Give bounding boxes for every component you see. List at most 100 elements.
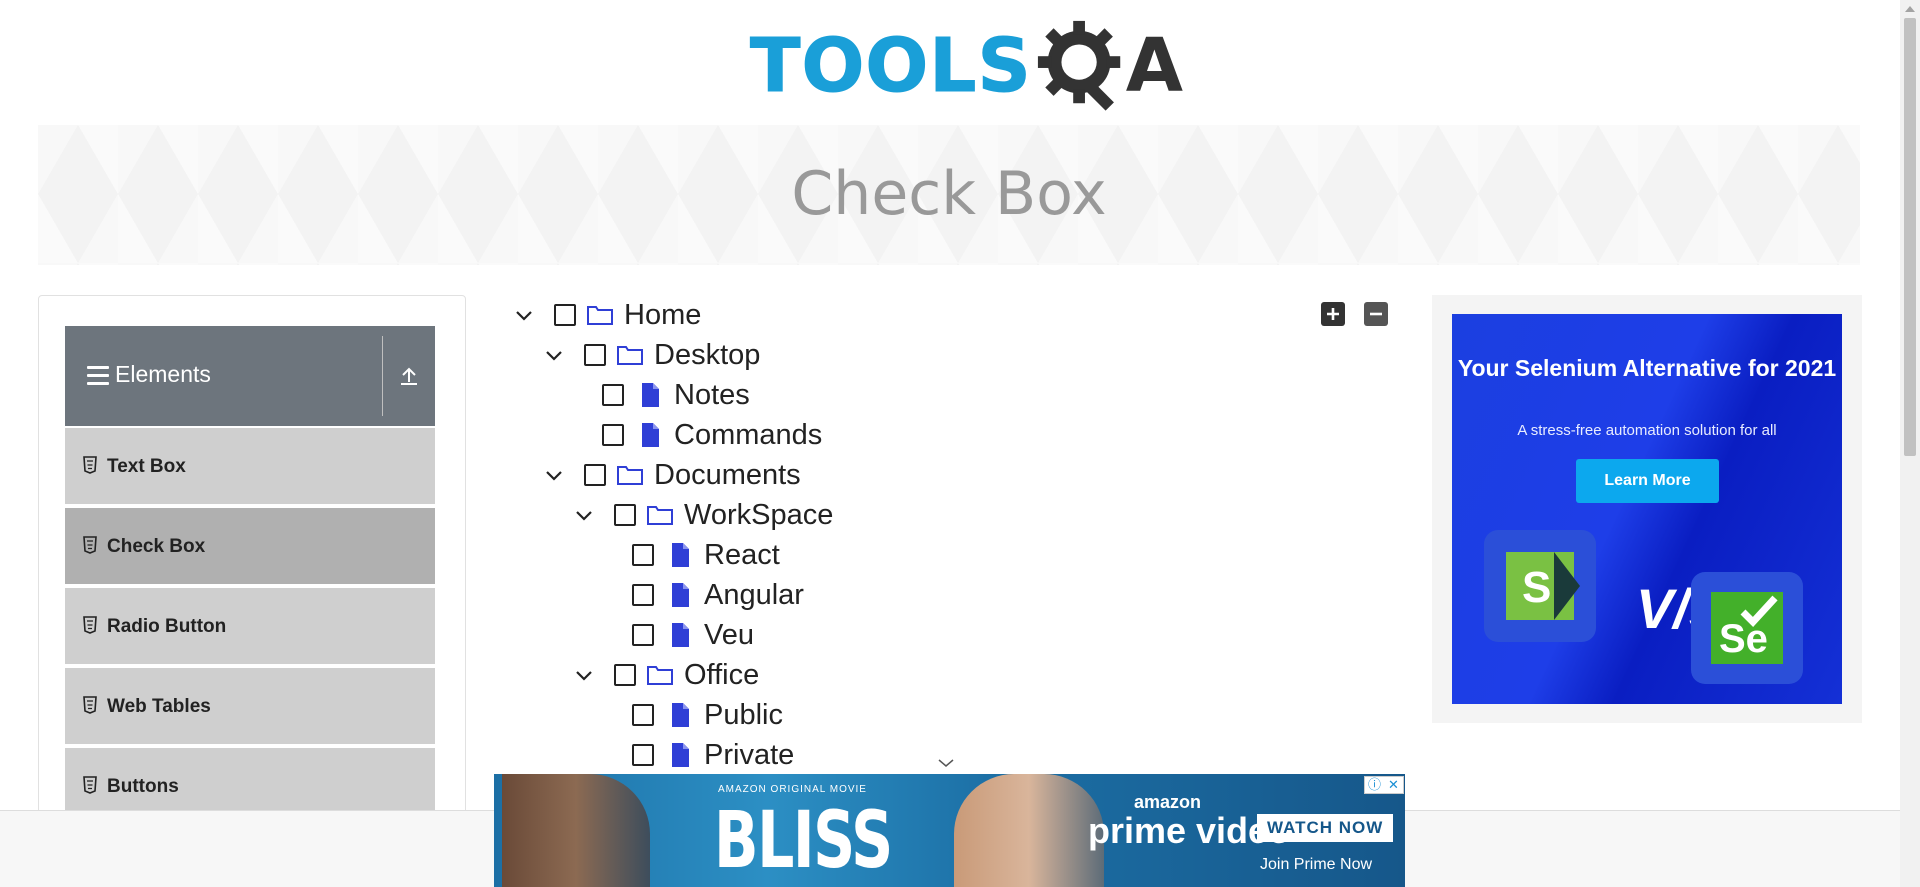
divider xyxy=(382,336,383,416)
tree-checkbox[interactable] xyxy=(602,424,624,446)
sidebar-item-label: Buttons xyxy=(107,776,179,797)
tree-node-react: React xyxy=(632,535,780,575)
tree-node-label[interactable]: Private xyxy=(704,739,794,772)
tree-node-commands: Commands xyxy=(602,415,822,455)
html5-icon xyxy=(83,616,97,634)
tree-node-label[interactable]: WorkSpace xyxy=(684,499,833,532)
tree-node-label[interactable]: Public xyxy=(704,699,783,732)
selenium-alternative-ad[interactable]: Your Selenium Alternative for 2021 A str… xyxy=(1452,314,1842,704)
file-icon xyxy=(642,423,659,447)
tree-node-label[interactable]: Angular xyxy=(704,579,804,612)
plus-icon xyxy=(1327,308,1339,320)
page: TOOLS A Check Box Elements Text Box Chec… xyxy=(0,0,1920,887)
sidebar-item-label: Check Box xyxy=(107,536,206,557)
tree-node-label[interactable]: Desktop xyxy=(654,339,760,372)
tree-node-notes: Notes xyxy=(602,375,750,415)
folder-icon xyxy=(617,466,643,485)
ad-controls: ⓘ ✕ xyxy=(1364,776,1404,794)
katalon-logo-icon: S xyxy=(1484,530,1596,642)
html5-icon xyxy=(83,456,97,474)
tree-node-angular: Angular xyxy=(632,575,804,615)
collapse-all-button[interactable] xyxy=(1364,302,1388,326)
gear-magnifier-icon xyxy=(1037,20,1120,111)
chevron-down-icon[interactable] xyxy=(542,343,566,367)
file-icon xyxy=(672,743,689,767)
selenium-logo-icon: Se xyxy=(1691,572,1803,684)
file-icon xyxy=(672,543,689,567)
prime-video-ad[interactable]: AMAZON ORIGINAL MOVIE BLISS amazon prime… xyxy=(494,774,1405,887)
folder-icon xyxy=(617,346,643,365)
tree-node-label[interactable]: Home xyxy=(624,299,701,332)
tree-checkbox[interactable] xyxy=(632,584,654,606)
tree-node-office: Office xyxy=(572,655,759,695)
chevron-down-icon[interactable] xyxy=(572,503,596,527)
tree-checkbox[interactable] xyxy=(632,704,654,726)
tree-checkbox[interactable] xyxy=(554,304,576,326)
expand-all-button[interactable] xyxy=(1321,302,1345,326)
tree-node-public: Public xyxy=(632,695,783,735)
tree-node-label[interactable]: Commands xyxy=(674,419,822,452)
minus-icon xyxy=(1370,312,1382,316)
hamburger-icon xyxy=(87,366,109,386)
ad-tag: AMAZON ORIGINAL MOVIE xyxy=(718,784,867,795)
sidebar-item-radio-button[interactable]: Radio Button xyxy=(65,586,435,664)
tree-checkbox[interactable] xyxy=(632,624,654,646)
watch-now-button[interactable]: WATCH NOW xyxy=(1257,814,1394,842)
tree-node-label[interactable]: Notes xyxy=(674,379,750,412)
scrollbar[interactable] xyxy=(1900,0,1920,887)
sidebar-group-elements[interactable]: Elements xyxy=(65,326,435,426)
ad-join-text: Join Prime Now xyxy=(1260,856,1373,873)
actor-image xyxy=(502,774,650,887)
sidebar-item-web-tables[interactable]: Web Tables xyxy=(65,666,435,744)
sidebar-item-text-box[interactable]: Text Box xyxy=(65,426,435,504)
file-icon xyxy=(672,623,689,647)
folder-icon xyxy=(647,506,673,525)
learn-more-button[interactable]: Learn More xyxy=(1576,459,1719,503)
ad-headline: Your Selenium Alternative for 2021 xyxy=(1457,355,1837,381)
html5-icon xyxy=(83,696,97,714)
file-icon xyxy=(642,383,659,407)
tree-node-desktop: Desktop xyxy=(542,335,760,375)
sidebar: Elements Text Box Check Box Radio Button… xyxy=(38,295,466,887)
sidebar-item-check-box[interactable]: Check Box xyxy=(65,506,435,584)
collapse-up-icon[interactable] xyxy=(395,362,423,390)
logo-a: A xyxy=(1125,23,1184,109)
tree-checkbox[interactable] xyxy=(614,504,636,526)
chevron-down-icon[interactable] xyxy=(542,463,566,487)
page-banner: Check Box xyxy=(38,125,1860,265)
tree-node-private: Private xyxy=(632,735,794,775)
file-icon xyxy=(672,583,689,607)
scroll-thumb[interactable] xyxy=(1904,18,1916,456)
adchoices-icon[interactable]: ⓘ xyxy=(1365,777,1384,793)
ad-movie-title: BLISS xyxy=(714,796,893,886)
html5-icon xyxy=(83,776,97,794)
html5-icon xyxy=(83,536,97,554)
tree-node-documents: Documents xyxy=(542,455,801,495)
tree-checkbox[interactable] xyxy=(632,744,654,766)
sidebar-item-label: Text Box xyxy=(107,456,186,477)
tree-checkbox[interactable] xyxy=(614,664,636,686)
sidebar-item-label: Web Tables xyxy=(107,696,211,717)
file-icon xyxy=(672,703,689,727)
toolsqa-logo[interactable]: TOOLS A xyxy=(750,18,1183,114)
tree-checkbox[interactable] xyxy=(584,344,606,366)
tree-node-label[interactable]: Veu xyxy=(704,619,754,652)
tree-node-label[interactable]: React xyxy=(704,539,780,572)
sidebar-item-label: Radio Button xyxy=(107,616,227,637)
chevron-down-icon[interactable] xyxy=(512,303,536,327)
folder-icon xyxy=(647,666,673,685)
folder-icon xyxy=(587,306,613,325)
close-icon[interactable]: ✕ xyxy=(1384,777,1403,793)
tree-node-label[interactable]: Office xyxy=(684,659,759,692)
scroll-up-icon[interactable] xyxy=(1905,6,1915,12)
page-title: Check Box xyxy=(791,159,1107,229)
actor-image xyxy=(954,774,1104,887)
svg-text:S: S xyxy=(1522,563,1551,612)
tree-node-label[interactable]: Documents xyxy=(654,459,801,492)
tree-checkbox[interactable] xyxy=(584,464,606,486)
tree-checkbox[interactable] xyxy=(632,544,654,566)
chevron-down-icon xyxy=(938,759,954,767)
chevron-down-icon[interactable] xyxy=(572,663,596,687)
tree-checkbox[interactable] xyxy=(602,384,624,406)
logo-text: TOOLS xyxy=(750,23,1032,110)
